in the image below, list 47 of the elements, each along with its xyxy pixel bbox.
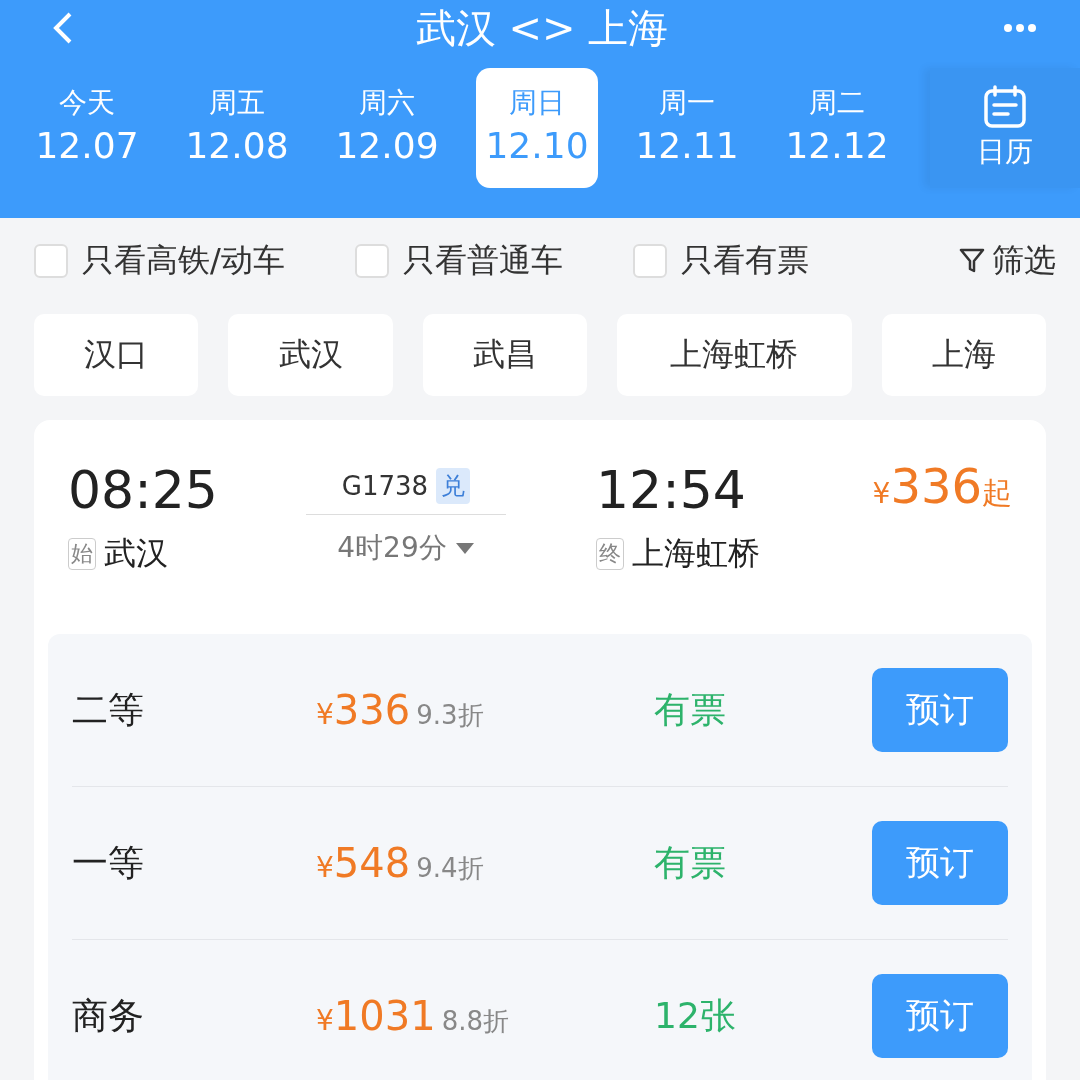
checkbox[interactable] [354, 244, 389, 278]
checkbox[interactable] [34, 244, 68, 278]
checkbox[interactable] [632, 244, 667, 278]
book-button[interactable]: 预订 [872, 668, 1008, 752]
station-chip[interactable]: 上海虹桥 [617, 314, 852, 396]
starting-price: ¥336起 [871, 458, 1012, 516]
filter-checkbox[interactable]: 只看普通车 [354, 239, 563, 283]
date-tab[interactable]: 今天 12.07 [26, 68, 148, 188]
terminal-tag: 终 [596, 538, 624, 570]
origin-tag: 始 [68, 538, 96, 570]
ticket-availability: 有票 [654, 687, 727, 732]
ticket-availability: 12张 [654, 993, 737, 1038]
arrival-station: 上海虹桥 [632, 533, 760, 574]
book-button[interactable]: 预订 [872, 821, 1008, 905]
filter-checkbox[interactable]: 只看有票 [632, 239, 809, 283]
departure-time: 08:25 [68, 459, 219, 522]
date-tab[interactable]: 周日 12.10 [476, 68, 598, 188]
seat-class: 二等 [72, 687, 145, 732]
date-tab[interactable]: 周六 12.09 [326, 68, 448, 188]
calendar-icon [982, 85, 1028, 129]
seat-price: ¥1031 [316, 993, 436, 1039]
filter-button[interactable]: 筛选 [958, 239, 1056, 283]
departure-station: 武汉 [104, 533, 168, 574]
train-tag: 兑 [436, 468, 471, 504]
book-button[interactable]: 预订 [872, 974, 1008, 1058]
date-tab[interactable]: 周五 12.08 [176, 68, 298, 188]
station-chip[interactable]: 武汉 [228, 314, 393, 396]
date-tab[interactable]: 周二 12.12 [776, 68, 898, 188]
date-tab[interactable]: 周一 12.11 [626, 68, 748, 188]
train-number: G1738 [341, 471, 429, 501]
seat-price: ¥336 [316, 687, 411, 733]
station-chip[interactable]: 汉口 [34, 314, 199, 396]
discount: 9.4折 [416, 852, 484, 885]
dropdown-caret-icon[interactable] [454, 541, 475, 555]
seat-price: ¥548 [316, 840, 411, 886]
ticket-availability: 有票 [654, 840, 727, 885]
discount: 8.8折 [441, 1005, 509, 1038]
discount: 9.3折 [416, 699, 484, 732]
page-title: 武汉 <> 上海 [415, 6, 669, 50]
filter-checkbox[interactable]: 只看高铁/动车 [34, 239, 285, 283]
arrival-time: 12:54 [596, 459, 747, 522]
trip-duration: 4时29分 [337, 530, 447, 566]
station-chip[interactable]: 上海 [881, 314, 1047, 396]
calendar-button[interactable]: 日历 [930, 68, 1080, 188]
seat-class: 商务 [72, 993, 145, 1038]
seat-class: 一等 [72, 840, 145, 885]
station-chip[interactable]: 武昌 [422, 314, 588, 396]
